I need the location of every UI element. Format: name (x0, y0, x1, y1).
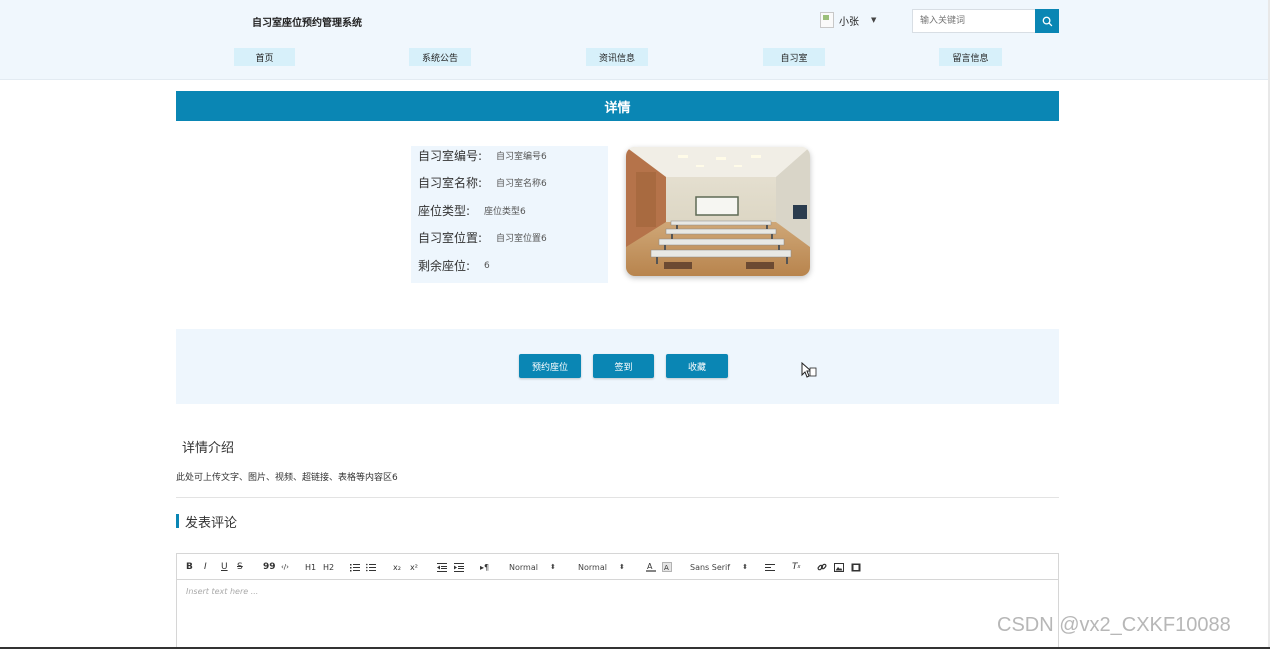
nav-item-messages[interactable]: 留言信息 (939, 48, 1002, 66)
info-value: 自习室位置6 (496, 234, 547, 244)
code-block-button[interactable]: ‹/› (281, 560, 289, 574)
search-icon (1042, 16, 1052, 26)
study-room-photo (626, 147, 810, 276)
font-select[interactable]: Sans Serif ⬍ (690, 560, 748, 574)
reserve-seat-button[interactable]: 预约座位 (519, 354, 581, 378)
info-row-room-location: 自习室位置: 自习室位置6 (418, 229, 547, 246)
select-arrows-icon: ⬍ (618, 563, 625, 571)
search-box (912, 9, 1059, 33)
intro-title: 详情介绍 (182, 441, 235, 456)
info-value: 6 (484, 260, 490, 271)
info-row-room-name: 自习室名称: 自习室名称6 (418, 174, 547, 191)
blockquote-button[interactable]: 99 (263, 560, 276, 574)
header-select-value: Normal (509, 562, 538, 572)
italic-button[interactable]: I (204, 560, 207, 574)
info-label: 自习室编号: (418, 149, 483, 163)
align-icon[interactable] (765, 560, 775, 574)
info-label: 剩余座位: (418, 259, 471, 273)
intro-content: 此处可上传文字、图片、视频、超链接、表格等内容区6 (176, 473, 398, 483)
info-label: 自习室位置: (418, 231, 483, 245)
nav-item-news[interactable]: 资讯信息 (586, 48, 648, 66)
image-icon[interactable] (834, 560, 844, 574)
watermark: CSDN @vx2_CXKF10088 (997, 614, 1231, 636)
link-icon[interactable] (817, 560, 827, 574)
subscript-button[interactable]: x₂ (393, 560, 401, 574)
indent-icon[interactable] (454, 560, 464, 574)
strike-button[interactable]: S (237, 560, 243, 574)
comment-title: 发表评论 (176, 513, 238, 531)
info-row-room-number: 自习室编号: 自习室编号6 (418, 147, 547, 164)
comment-editor: B I U S 99 ‹/› H1 H2 x₂ x² ▸¶ Normal ⬍ N… (176, 553, 1059, 649)
info-value: 自习室编号6 (496, 152, 547, 162)
header-select[interactable]: Normal ⬍ (509, 560, 556, 574)
size-select[interactable]: Normal ⬍ (578, 560, 625, 574)
header-2-button[interactable]: H2 (323, 560, 334, 574)
chevron-down-icon[interactable]: ▼ (871, 16, 876, 24)
info-label: 座位类型: (418, 204, 471, 218)
bold-button[interactable]: B (186, 560, 193, 574)
user-name[interactable]: 小张 (839, 13, 859, 28)
video-icon[interactable] (851, 560, 861, 574)
select-arrows-icon: ⬍ (549, 563, 556, 571)
info-value: 座位类型6 (484, 207, 526, 217)
search-input[interactable] (912, 9, 1035, 33)
editor-placeholder[interactable]: Insert text here ... (186, 587, 258, 596)
info-row-remaining-seats: 剩余座位: 6 (418, 257, 490, 274)
site-title: 自习室座位预约管理系统 (252, 18, 362, 29)
divider (176, 497, 1059, 498)
nav-item-home[interactable]: 首页 (234, 48, 295, 66)
underline-button[interactable]: U (221, 560, 228, 574)
outdent-icon[interactable] (437, 560, 447, 574)
info-value: 自习室名称6 (496, 179, 547, 189)
text-color-icon[interactable]: A (646, 560, 656, 574)
info-row-seat-type: 座位类型: 座位类型6 (418, 202, 526, 219)
font-select-value: Sans Serif (690, 562, 731, 572)
search-button[interactable] (1035, 9, 1059, 33)
svg-text:A: A (647, 562, 653, 571)
info-label: 自习室名称: (418, 176, 483, 190)
background-color-icon[interactable]: A (662, 560, 672, 574)
editor-toolbar: B I U S 99 ‹/› H1 H2 x₂ x² ▸¶ Normal ⬍ N… (177, 554, 1058, 580)
detail-banner: 详情 (176, 91, 1059, 121)
mouse-cursor-icon (801, 362, 817, 378)
bullet-list-icon[interactable] (366, 560, 376, 574)
comment-title-text: 发表评论 (185, 515, 238, 531)
clear-format-icon[interactable]: Tx (792, 560, 800, 574)
select-arrows-icon: ⬍ (742, 563, 748, 571)
detail-info-panel: 自习室编号: 自习室编号6 自习室名称: 自习室名称6 座位类型: 座位类型6 … (411, 146, 608, 283)
user-menu[interactable]: 小张 ▼ (820, 12, 876, 28)
nav-item-announcements[interactable]: 系统公告 (409, 48, 471, 66)
ordered-list-icon[interactable] (350, 560, 360, 574)
avatar[interactable] (820, 12, 834, 28)
svg-text:A: A (664, 564, 669, 572)
check-in-button[interactable]: 签到 (593, 354, 654, 378)
header-1-button[interactable]: H1 (305, 560, 316, 574)
site-header: 自习室座位预约管理系统 小张 ▼ 首页 系统公告 资讯信息 自习室 留言信息 (0, 0, 1270, 80)
superscript-button[interactable]: x² (410, 560, 418, 574)
favorite-button[interactable]: 收藏 (666, 354, 728, 378)
nav-item-study-room[interactable]: 自习室 (763, 48, 825, 66)
size-select-value: Normal (578, 562, 607, 572)
text-direction-button[interactable]: ▸¶ (480, 560, 489, 574)
